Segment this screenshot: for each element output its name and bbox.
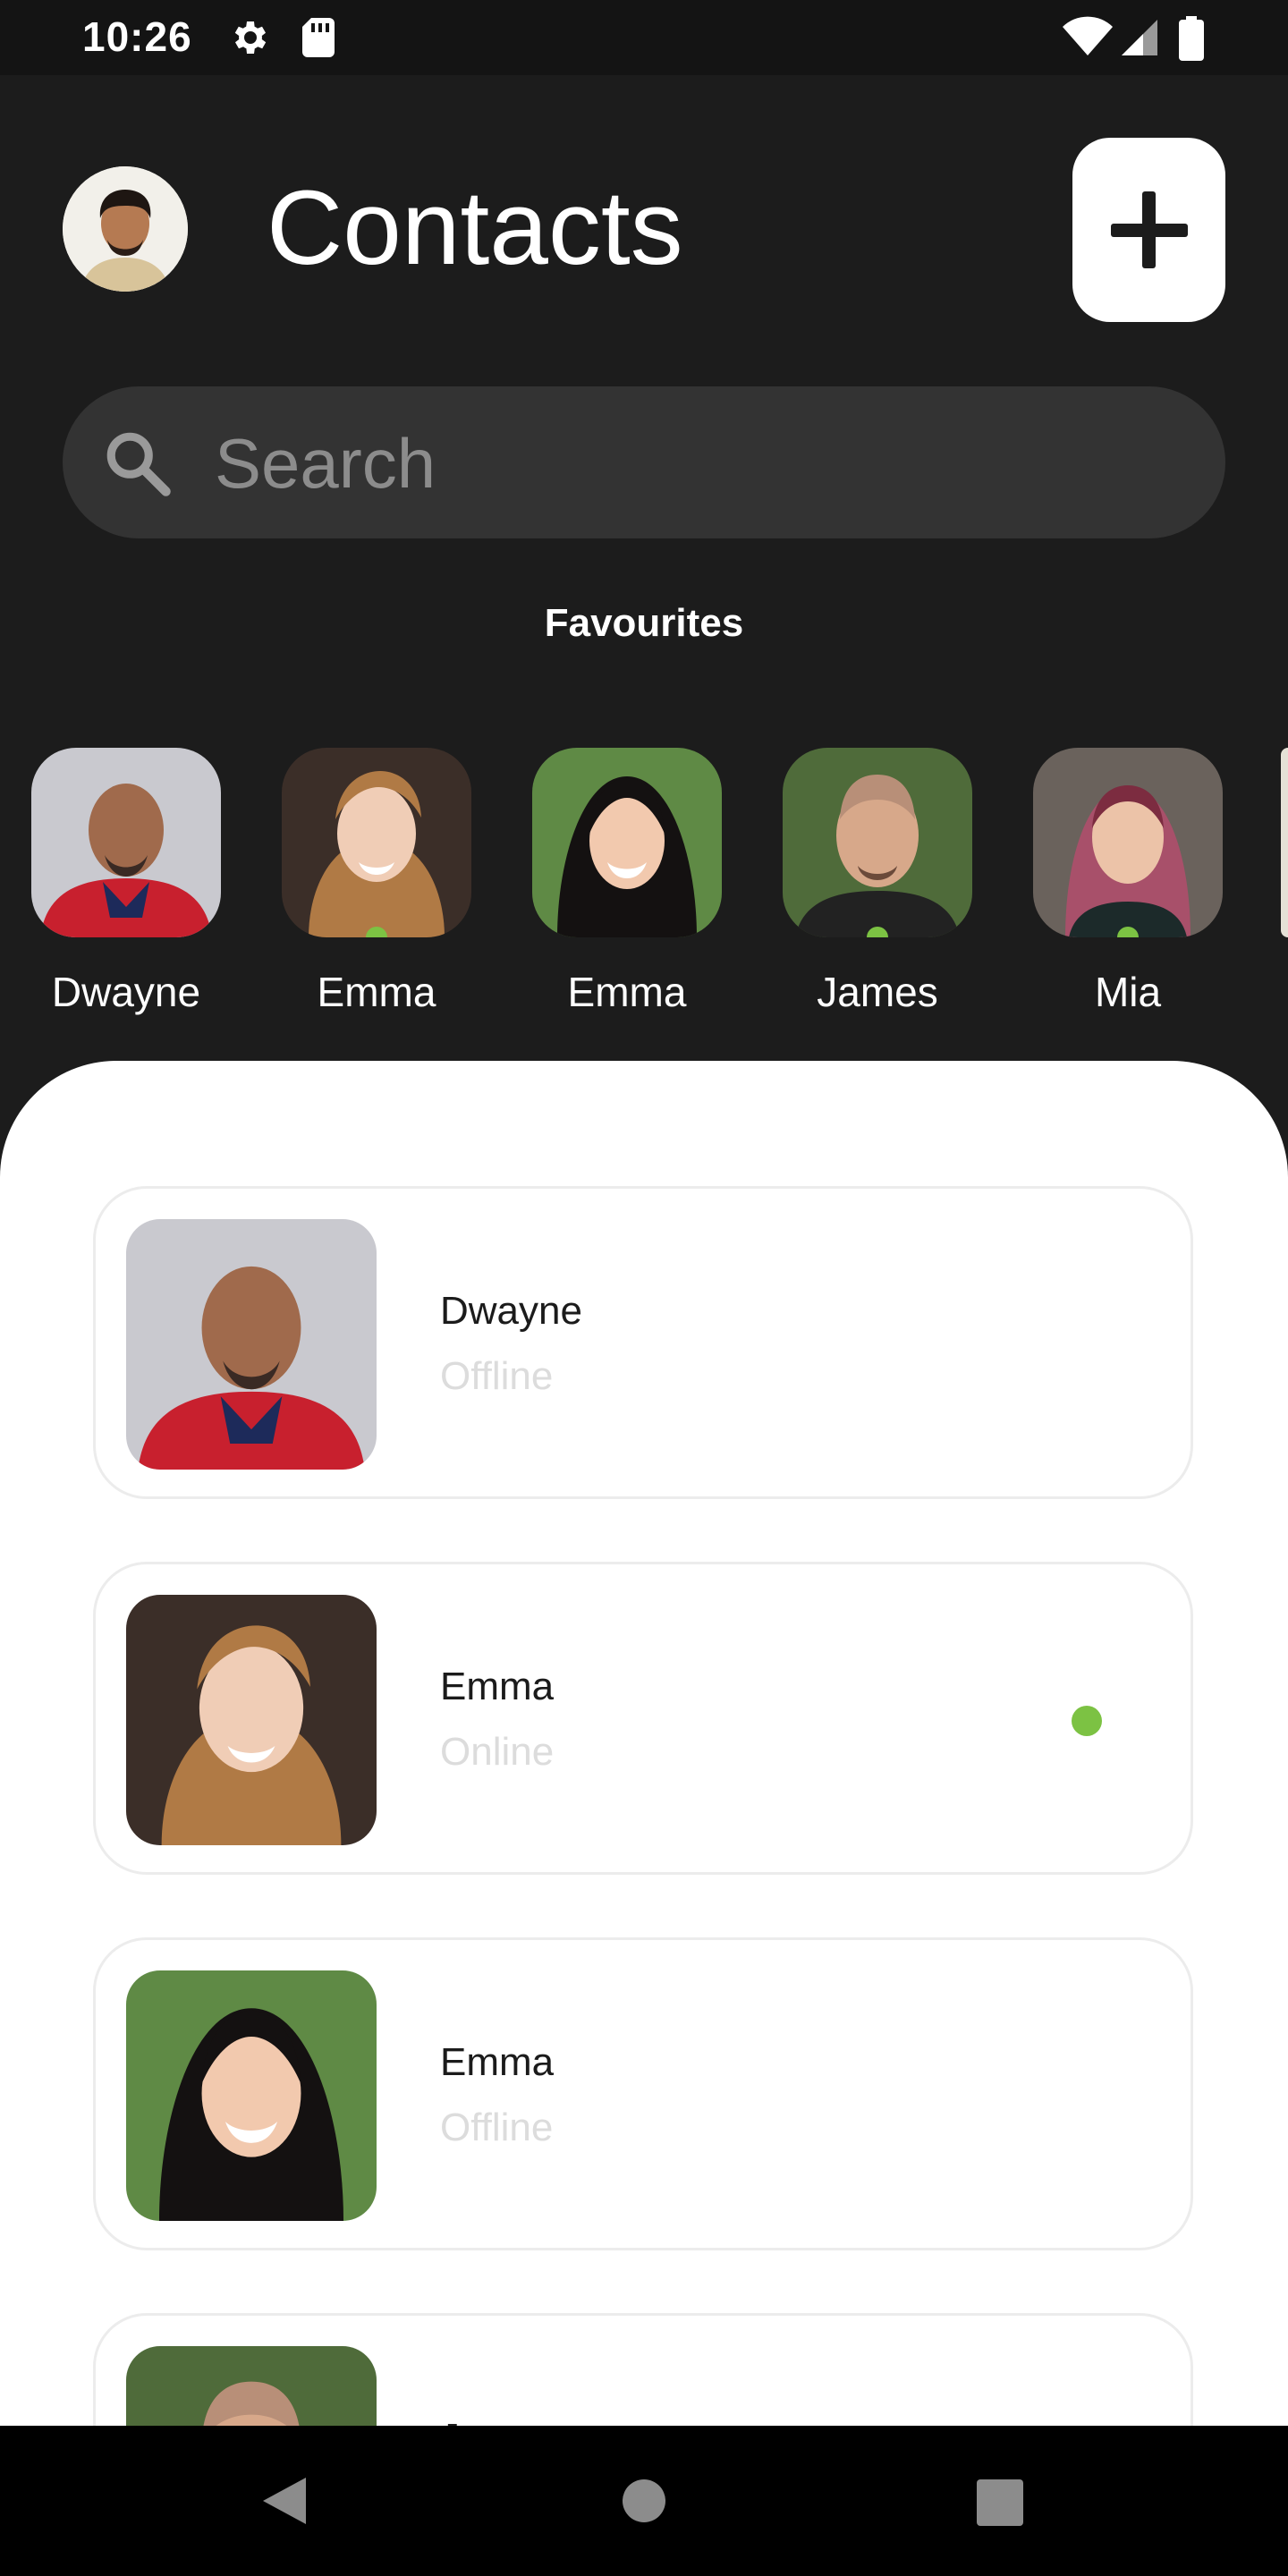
wifi-icon [1063,16,1113,56]
online-indicator [1072,1706,1102,1736]
favourite-name: Emma [567,969,687,1015]
search-bar[interactable] [63,386,1225,538]
signal-icon [1122,20,1157,55]
contact-name: Emma [440,2040,555,2084]
favourite-item[interactable]: Emma [282,748,471,1015]
favourite-item[interactable]: James [783,748,972,1015]
home-icon[interactable] [623,2479,665,2522]
favourite-photo [532,748,722,937]
favourite-item[interactable]: Dwayne [31,748,221,1015]
favourite-name: Mia [1094,969,1162,1015]
sd-card-icon [302,18,335,57]
contacts-list[interactable]: Dwayne Offline Emma Online Emma Offline [0,1061,1288,2429]
contact-photo [126,1970,377,2221]
favourite-photo [31,748,221,937]
favourite-item[interactable]: Emma [532,748,722,1015]
favourite-name: Emma [317,969,436,1015]
my-avatar[interactable] [63,166,188,292]
contact-photo [126,1219,377,1470]
favourite-photo [1033,748,1223,937]
add-contact-button[interactable] [1072,138,1225,322]
page-title: Contacts [267,169,683,287]
contact-card[interactable]: Emma Offline [93,1937,1193,2250]
favourite-photo [282,748,471,937]
recents-icon[interactable] [977,2479,1023,2526]
contact-card[interactable]: Emma Online [93,1562,1193,1875]
favourite-name: Dwayne [51,969,201,1015]
contact-status: Offline [440,1354,554,1398]
contact-photo [126,1595,377,1845]
contact-photo [126,2346,377,2429]
contact-status: Online [440,1730,555,1774]
settings-icon [234,21,267,54]
system-nav-bar [0,2426,1288,2576]
contact-card[interactable]: Dwayne Offline [93,1186,1193,1499]
search-input[interactable] [213,413,1182,513]
favourite-item-partial[interactable] [1281,748,1288,937]
search-icon [106,432,171,496]
contact-name: Emma [440,1665,555,1708]
favourite-photo [783,748,972,937]
status-bar: 10:26 [0,0,1288,75]
favourite-name: James [817,969,938,1015]
back-icon[interactable] [259,2474,309,2528]
contact-card[interactable]: James [93,2313,1193,2429]
contact-status: Offline [440,2106,554,2149]
favourites-heading: Favourites [544,601,744,645]
status-time: 10:26 [82,13,192,60]
favourite-item[interactable]: Mia [1033,748,1223,1015]
battery-icon [1179,16,1204,61]
contact-name: Dwayne [440,1289,582,1333]
